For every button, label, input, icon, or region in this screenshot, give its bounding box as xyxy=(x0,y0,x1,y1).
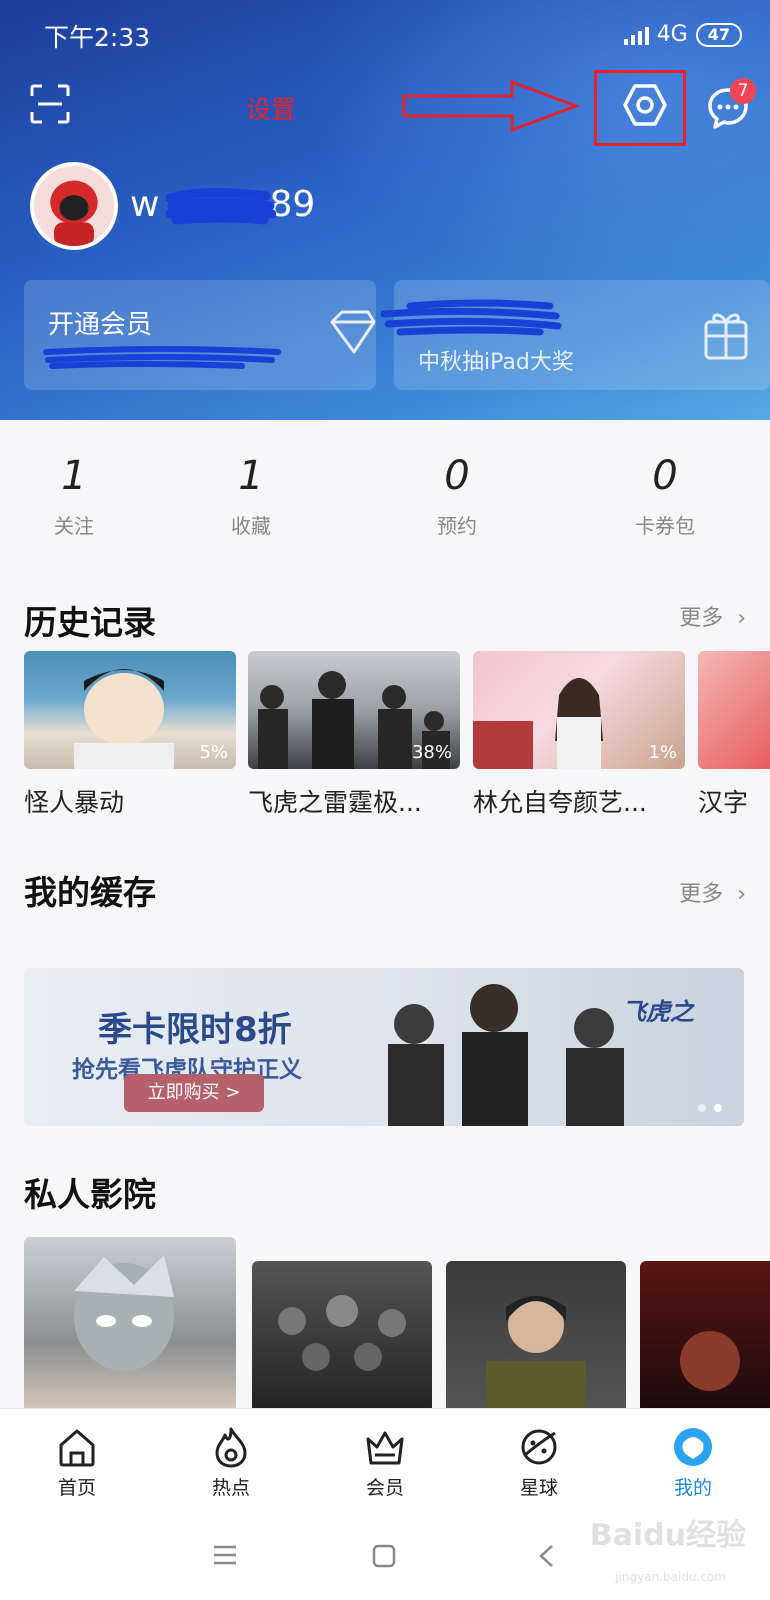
bottom-navigation: 首页 热点 会员 星球 我的 xyxy=(0,1408,770,1506)
back-icon[interactable] xyxy=(538,1544,554,1568)
stat-reservations[interactable]: 0 预约 xyxy=(354,452,560,542)
banner-logo: 飞虎之 xyxy=(622,998,694,1026)
stats-row: 1 关注 1 收藏 0 预约 0 卡券包 xyxy=(0,452,770,542)
cinema-section-title: 私人影院 xyxy=(24,1175,156,1214)
signal-icon xyxy=(623,25,649,45)
username-suffix: 89 xyxy=(269,184,316,225)
diamond-icon xyxy=(330,310,376,354)
history-thumbnail: 38% xyxy=(248,651,460,769)
history-title: 汉字 xyxy=(698,788,749,817)
home-square-icon[interactable] xyxy=(372,1544,396,1568)
banner-artwork xyxy=(388,984,624,1126)
history-more-link[interactable]: 更多 › xyxy=(679,600,746,632)
carousel-dots[interactable] xyxy=(698,1104,722,1112)
stat-label: 关注 xyxy=(54,514,94,538)
avatar[interactable] xyxy=(30,162,118,250)
menu-icon[interactable] xyxy=(212,1544,238,1566)
stat-favorites[interactable]: 1 收藏 xyxy=(148,452,354,542)
crown-icon xyxy=(366,1431,404,1465)
more-label: 更多 xyxy=(679,606,724,631)
nav-label: 星球 xyxy=(519,1477,558,1499)
nav-label: 我的 xyxy=(673,1477,712,1499)
vip-card-title: 开通会员 xyxy=(48,310,153,340)
profile-header: 下午2:33 4G 47 设置 7 w 89 开通会员 中秋抽iPad大奖 xyxy=(0,0,770,420)
stat-coupons[interactable]: 0 卡券包 xyxy=(560,452,770,542)
history-thumbnail xyxy=(698,651,770,769)
history-progress: 38% xyxy=(411,742,452,763)
history-title: 林允自夸颜艺... xyxy=(473,788,647,817)
home-icon xyxy=(59,1429,95,1467)
history-item[interactable]: 38% 飞虎之雷霆极... xyxy=(248,651,460,819)
battery-icon: 47 xyxy=(695,22,742,47)
message-count-badge: 7 xyxy=(730,78,756,104)
redaction-scribble xyxy=(43,346,281,369)
stat-value: 1 xyxy=(61,453,87,499)
history-thumbnail: 5% xyxy=(24,651,236,769)
nav-label: 热点 xyxy=(211,1477,250,1499)
history-progress: 1% xyxy=(648,742,677,763)
network-type: 4G xyxy=(656,22,688,47)
stat-follow[interactable]: 1 关注 xyxy=(0,452,148,542)
history-item[interactable]: 1% 林允自夸颜艺... xyxy=(473,651,685,819)
stat-label: 收藏 xyxy=(231,514,271,538)
carousel-dot[interactable] xyxy=(698,1104,706,1112)
cinema-poster[interactable] xyxy=(640,1261,770,1413)
redaction-scribble xyxy=(166,187,276,225)
cinema-poster[interactable] xyxy=(24,1237,236,1413)
cinema-poster[interactable] xyxy=(446,1261,626,1413)
username-prefix: w xyxy=(130,184,160,225)
scan-icon[interactable] xyxy=(30,84,70,124)
nav-mine[interactable]: 我的 xyxy=(616,1409,770,1506)
profile-icon xyxy=(674,1428,712,1466)
redaction-scribble xyxy=(380,299,562,336)
nav-home[interactable]: 首页 xyxy=(0,1409,154,1506)
gift-icon xyxy=(704,313,748,360)
status-indicators: 4G 47 xyxy=(623,22,742,47)
history-section-title: 历史记录 xyxy=(24,603,156,642)
stat-label: 预约 xyxy=(437,514,477,538)
settings-gear-icon[interactable] xyxy=(622,82,668,128)
prize-card-subtitle: 中秋抽iPad大奖 xyxy=(418,350,574,375)
history-item[interactable]: 汉字 xyxy=(698,651,770,819)
history-item[interactable]: 5% 怪人暴动 xyxy=(24,651,236,819)
annotation-arrow-icon xyxy=(402,80,580,132)
history-list: 5% 怪人暴动 38% 飞虎之雷霆极... 1% 林允自夸颜艺... 汉字 xyxy=(24,651,770,831)
history-thumbnail: 1% xyxy=(473,651,685,769)
promo-banner[interactable]: 季卡限时8折 抢先看飞虎队守护正义 立即购买 > 飞虎之 xyxy=(24,968,744,1126)
stat-value: 0 xyxy=(444,453,470,499)
cache-section-title: 我的缓存 xyxy=(24,873,156,912)
prize-card[interactable]: 中秋抽iPad大奖 xyxy=(380,280,770,390)
nav-planet[interactable]: 星球 xyxy=(462,1409,616,1506)
history-title: 怪人暴动 xyxy=(24,788,125,817)
chevron-right-icon: › xyxy=(730,606,746,631)
banner-headline: 季卡限时8折 xyxy=(98,1010,292,1050)
cache-more-link[interactable]: 更多 › xyxy=(679,876,746,908)
history-progress: 5% xyxy=(199,742,228,763)
status-bar: 下午2:33 4G 47 xyxy=(0,18,770,54)
cinema-list xyxy=(24,1237,770,1413)
stat-value: 0 xyxy=(652,453,678,499)
flame-icon xyxy=(215,1427,247,1468)
nav-vip[interactable]: 会员 xyxy=(308,1409,462,1506)
stat-label: 卡券包 xyxy=(635,514,695,538)
cinema-poster[interactable] xyxy=(252,1261,432,1413)
planet-icon xyxy=(521,1429,557,1465)
status-time: 下午2:33 xyxy=(44,23,151,52)
vip-card[interactable]: 开通会员 xyxy=(24,280,376,390)
chevron-right-icon: › xyxy=(730,882,746,907)
nav-hot[interactable]: 热点 xyxy=(154,1409,308,1506)
nav-label: 会员 xyxy=(365,1477,404,1499)
carousel-dot-active[interactable] xyxy=(714,1104,722,1112)
nav-label: 首页 xyxy=(57,1477,96,1499)
buy-now-button[interactable]: 立即购买 > xyxy=(124,1074,264,1112)
watermark-brand: Baidu经验 xyxy=(589,1518,746,1553)
more-label: 更多 xyxy=(679,882,724,907)
stat-value: 1 xyxy=(238,453,264,499)
history-title: 飞虎之雷霆极... xyxy=(248,788,422,817)
settings-annotation-label: 设置 xyxy=(246,95,297,124)
watermark-url: jingyan.baidu.com xyxy=(615,1570,726,1584)
